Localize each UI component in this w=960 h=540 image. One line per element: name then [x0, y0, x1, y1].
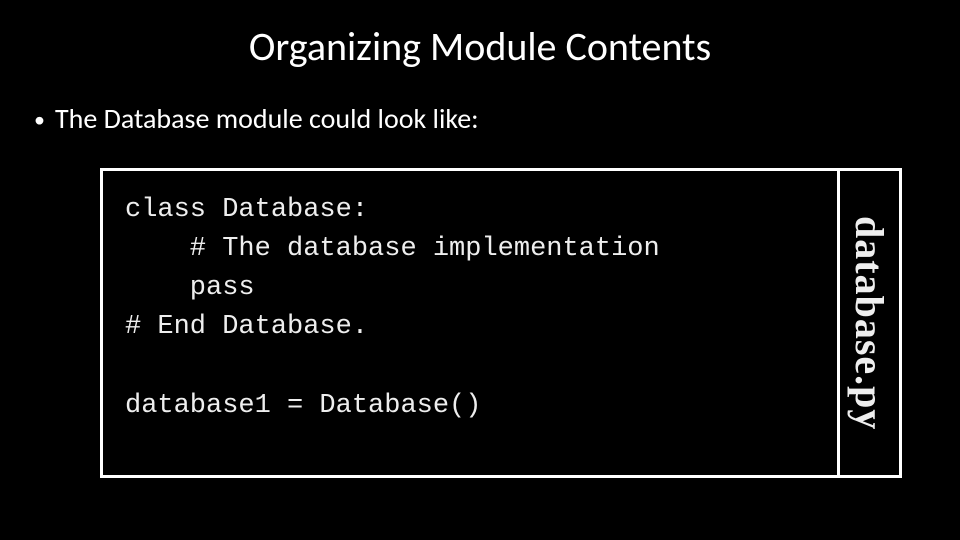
bullet-dot: •: [34, 101, 45, 139]
bullet-item: • The Database module could look like:: [0, 71, 960, 139]
slide: Organizing Module Contents • The Databas…: [0, 0, 960, 540]
slide-title: Organizing Module Contents: [0, 0, 960, 71]
content-area: class Database: # The database implement…: [100, 168, 902, 478]
bullet-text: The Database module could look like:: [55, 101, 479, 136]
code-block: class Database: # The database implement…: [100, 168, 840, 478]
file-label-box: database.py: [840, 168, 902, 478]
file-label-text: database.py: [846, 216, 893, 430]
